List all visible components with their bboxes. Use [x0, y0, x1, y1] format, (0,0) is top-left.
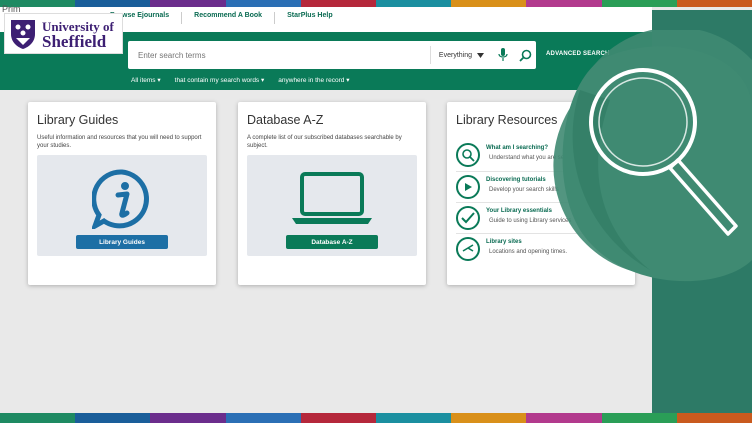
card-description: A complete list of our subscribed databa… [247, 135, 402, 149]
stripe-segment [376, 413, 452, 423]
crest-icon [11, 19, 35, 49]
search-filters: All items ▾ that contain my search words… [131, 76, 349, 84]
stripe-segment [225, 413, 301, 423]
laptop-icon [292, 172, 372, 224]
magnifier-icon [462, 149, 475, 162]
clock-icon-wrap [456, 237, 480, 261]
card-title: Library Guides [37, 113, 119, 127]
corner-text: Prim [2, 4, 21, 14]
filter-match-type-label: that contain my search words [174, 77, 260, 84]
nav-link-recommend-a-book[interactable]: Recommend A Book [194, 12, 262, 24]
bottom-color-stripe [0, 413, 752, 423]
search-box: Everything [128, 41, 536, 69]
card-title: Database A-Z [247, 113, 324, 127]
check-icon-wrap [456, 206, 480, 230]
stripe-segment [300, 413, 377, 423]
stripe-segment [601, 0, 677, 7]
top-color-stripe [0, 0, 752, 7]
info-icon [92, 169, 149, 229]
card-description: Useful information and resources that yo… [37, 135, 202, 149]
resource-title: Discovering tutorials [486, 177, 546, 183]
logo-text: University of Sheffield [42, 19, 114, 51]
search-scope-dropdown[interactable]: Everything [429, 46, 492, 64]
stripe-segment [150, 0, 226, 7]
stripe-segment [225, 0, 301, 7]
stripe-segment [526, 0, 602, 7]
filter-item-type-label: All items [131, 77, 156, 84]
play-icon [465, 183, 472, 191]
nav-divider [274, 12, 276, 24]
filter-field[interactable]: anywhere in the record ▾ [278, 76, 349, 84]
search-submit-button[interactable] [514, 44, 536, 66]
card-image-panel: Library Guides [37, 155, 207, 256]
database-az-card: Database A-Z A complete list of our subs… [238, 102, 426, 285]
resource-title: Library sites [486, 239, 522, 245]
stripe-segment [526, 413, 602, 423]
stripe-segment [75, 413, 151, 423]
search-input[interactable] [128, 41, 430, 69]
magnifier-icon-wrap [456, 143, 480, 167]
university-logo[interactable]: University of Sheffield [4, 13, 123, 54]
voice-search-button[interactable] [492, 44, 514, 66]
card-image-panel: Database A-Z [247, 155, 417, 256]
play-icon-wrap [456, 175, 480, 199]
library-guides-card: Library Guides Useful information and re… [28, 102, 216, 285]
clock-icon [462, 244, 474, 252]
resource-title: What am I searching? [486, 145, 549, 151]
filter-match-type[interactable]: that contain my search words ▾ [175, 76, 265, 84]
check-icon [461, 212, 475, 224]
nav-link-starplus-help[interactable]: StarPlus Help [287, 12, 333, 24]
stripe-segment [150, 413, 226, 423]
stripe-segment [0, 413, 76, 423]
stripe-segment [451, 413, 527, 423]
filter-field-label: anywhere in the record [278, 77, 345, 84]
chevron-down-icon [477, 52, 484, 58]
stripe-segment [601, 413, 677, 423]
stripe-segment [676, 413, 752, 423]
microphone-icon [498, 48, 508, 61]
logo-line-2: Sheffield [42, 31, 107, 51]
stripe-segment [300, 0, 377, 7]
search-icon [518, 49, 531, 62]
database-az-button[interactable]: Database A-Z [286, 235, 378, 249]
stripe-segment [676, 0, 752, 7]
stripe-segment [75, 0, 151, 7]
stripe-segment [376, 0, 452, 7]
magnifying-glass-icon [553, 30, 752, 282]
library-guides-button[interactable]: Library Guides [76, 235, 168, 249]
nav-divider [181, 12, 183, 24]
search-scope-value: Everything [438, 51, 472, 59]
filter-item-type[interactable]: All items ▾ [131, 76, 161, 84]
stripe-segment [451, 0, 527, 7]
